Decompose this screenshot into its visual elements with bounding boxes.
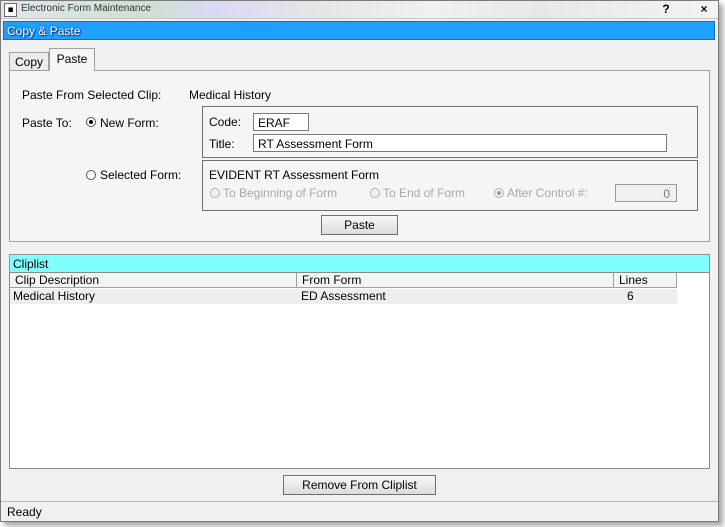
column-header-lines[interactable]: Lines [614, 273, 677, 288]
cliplist-title: Cliplist [13, 257, 49, 271]
status-bar: Ready [1, 501, 718, 521]
column-header-clip-description[interactable]: Clip Description [10, 273, 297, 288]
column-header-from-form[interactable]: From Form [297, 273, 614, 288]
new-form-label[interactable]: New Form: [100, 116, 159, 130]
window-title: Electronic Form Maintenance [21, 3, 152, 14]
copy-paste-banner: Copy & Paste [3, 21, 715, 40]
option-end-label[interactable]: To End of Form [383, 186, 465, 200]
help-button[interactable]: ? [656, 2, 676, 16]
paste-tab-panel: Paste From Selected Clip: Medical Histor… [9, 70, 710, 242]
close-button[interactable]: × [694, 2, 714, 16]
table-row[interactable]: Medical History ED Assessment 6 [10, 289, 677, 304]
tab-copy[interactable]: Copy [9, 52, 49, 71]
window-icon[interactable]: ▪ [4, 3, 17, 17]
lines-cell: 6 [627, 289, 634, 303]
code-label: Code: [209, 115, 242, 129]
option-beginning-label[interactable]: To Beginning of Form [223, 186, 337, 200]
banner-title: Copy & Paste [7, 24, 81, 38]
clip-description-cell: Medical History [13, 289, 96, 303]
paste-to-label: Paste To: [22, 116, 72, 130]
option-after-control-label[interactable]: After Control #: [507, 186, 588, 200]
main-window: ▪ Electronic Form Maintenance ? × Copy &… [0, 0, 719, 522]
selected-form-name: EVIDENT RT Assessment Form [209, 168, 380, 182]
status-text: Ready [7, 505, 42, 519]
new-form-radio[interactable] [86, 117, 96, 127]
selected-form-group: EVIDENT RT Assessment Form To Beginning … [202, 160, 698, 211]
remove-from-cliplist-button[interactable]: Remove From Cliplist [283, 475, 436, 495]
title-field[interactable]: RT Assessment Form [253, 134, 667, 152]
from-form-cell: ED Assessment [301, 289, 386, 303]
tab-paste[interactable]: Paste [49, 48, 95, 71]
option-beginning-radio[interactable] [210, 188, 220, 198]
selected-form-label[interactable]: Selected Form: [100, 168, 181, 182]
new-form-group: Code: ERAF Title: RT Assessment Form [202, 106, 698, 158]
title-label: Title: [209, 137, 235, 151]
paste-button[interactable]: Paste [321, 215, 398, 235]
cliplist-header: Cliplist [9, 254, 710, 273]
control-number-field[interactable]: 0 [615, 184, 677, 202]
selected-form-radio[interactable] [86, 170, 96, 180]
option-end-radio[interactable] [370, 188, 380, 198]
paste-from-label: Paste From Selected Clip: [22, 88, 162, 102]
cliplist-table[interactable]: Clip Description From Form Lines Medical… [9, 272, 710, 469]
code-field[interactable]: ERAF [253, 113, 309, 131]
option-after-control-radio[interactable] [494, 188, 504, 198]
title-bar[interactable]: ▪ Electronic Form Maintenance ? × [1, 1, 718, 19]
paste-from-value: Medical History [189, 88, 272, 102]
